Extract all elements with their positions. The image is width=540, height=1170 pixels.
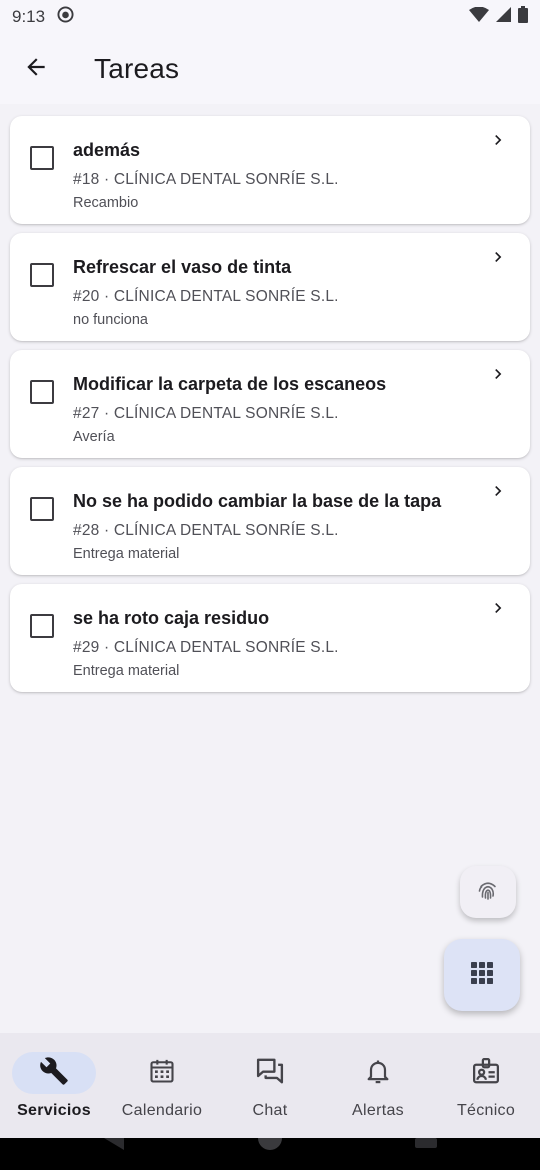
task-card[interactable]: Modificar la carpeta de los escaneos #27… xyxy=(10,350,530,458)
chat-icon xyxy=(255,1056,285,1091)
task-checkbox[interactable] xyxy=(30,614,54,638)
system-recents-icon[interactable] xyxy=(415,1138,437,1150)
task-title: además xyxy=(73,140,141,160)
task-checkbox[interactable] xyxy=(30,497,54,521)
fingerprint-button[interactable] xyxy=(460,866,516,918)
signal-icon xyxy=(495,6,512,28)
chevron-right-icon[interactable] xyxy=(488,598,508,618)
status-bar: 9:13 xyxy=(0,0,540,34)
calendar-icon xyxy=(148,1057,176,1090)
task-card[interactable]: además #18 · CLÍNICA DENTAL SONRÍE S.L. … xyxy=(10,116,530,224)
wrench-icon xyxy=(39,1056,69,1091)
system-navigation-bar xyxy=(0,1138,540,1170)
task-title: Refrescar el vaso de tinta xyxy=(73,257,292,277)
task-subtitle: #18 · CLÍNICA DENTAL SONRÍE S.L. xyxy=(73,171,339,188)
nav-label: Técnico xyxy=(456,1102,516,1119)
task-type: Recambio xyxy=(73,195,139,211)
nav-label: Alertas xyxy=(352,1102,404,1119)
app-bar: Tareas xyxy=(0,34,540,104)
grid-icon xyxy=(470,961,494,990)
task-card[interactable]: se ha roto caja residuo #29 · CLÍNICA DE… xyxy=(10,584,530,692)
task-type: Avería xyxy=(73,429,115,445)
nav-item-alertas[interactable]: Alertas xyxy=(324,1033,432,1138)
task-checkbox[interactable] xyxy=(30,263,54,287)
chevron-right-icon[interactable] xyxy=(488,481,508,501)
system-home-icon[interactable] xyxy=(258,1138,282,1152)
task-type: Entrega material xyxy=(73,663,180,679)
nav-label: Chat xyxy=(252,1102,288,1119)
system-back-icon[interactable] xyxy=(102,1138,126,1152)
task-title: No se ha podido cambiar la base de la ta… xyxy=(73,491,442,511)
nav-label: Calendario xyxy=(121,1102,203,1119)
bell-icon xyxy=(364,1057,392,1090)
task-list: además #18 · CLÍNICA DENTAL SONRÍE S.L. … xyxy=(10,116,530,701)
task-subtitle: #28 · CLÍNICA DENTAL SONRÍE S.L. xyxy=(73,522,339,539)
chevron-right-icon[interactable] xyxy=(488,364,508,384)
task-title: Modificar la carpeta de los escaneos xyxy=(73,374,387,394)
task-subtitle: #20 · CLÍNICA DENTAL SONRÍE S.L. xyxy=(73,288,339,305)
wifi-icon xyxy=(469,6,489,28)
nav-item-chat[interactable]: Chat xyxy=(216,1033,324,1138)
apps-grid-button[interactable] xyxy=(444,939,520,1011)
task-title: se ha roto caja residuo xyxy=(73,608,270,628)
task-subtitle: #27 · CLÍNICA DENTAL SONRÍE S.L. xyxy=(73,405,339,422)
task-type: no funciona xyxy=(73,312,148,328)
nav-item-servicios[interactable]: Servicios xyxy=(0,1033,108,1138)
task-subtitle: #29 · CLÍNICA DENTAL SONRÍE S.L. xyxy=(73,639,339,656)
chevron-right-icon[interactable] xyxy=(488,130,508,150)
nav-active-indicator xyxy=(12,1052,96,1094)
status-time: 9:13 xyxy=(12,7,46,26)
nav-item-tecnico[interactable]: Técnico xyxy=(432,1033,540,1138)
bottom-navigation: Servicios Calendario Chat Alertas Técnic… xyxy=(0,1033,540,1138)
back-button[interactable] xyxy=(0,34,72,104)
arrow-left-icon xyxy=(23,54,49,85)
task-card[interactable]: No se ha podido cambiar la base de la ta… xyxy=(10,467,530,575)
app-status-icon xyxy=(57,6,74,28)
fingerprint-icon xyxy=(476,878,500,907)
task-card[interactable]: Refrescar el vaso de tinta #20 · CLÍNICA… xyxy=(10,233,530,341)
task-checkbox[interactable] xyxy=(30,146,54,170)
badge-icon xyxy=(471,1056,501,1091)
nav-item-calendario[interactable]: Calendario xyxy=(108,1033,216,1138)
chevron-right-icon[interactable] xyxy=(488,247,508,267)
task-type: Entrega material xyxy=(73,546,180,562)
battery-icon xyxy=(518,6,528,28)
task-checkbox[interactable] xyxy=(30,380,54,404)
nav-label: Servicios xyxy=(17,1102,91,1119)
page-title: Tareas xyxy=(94,53,180,84)
